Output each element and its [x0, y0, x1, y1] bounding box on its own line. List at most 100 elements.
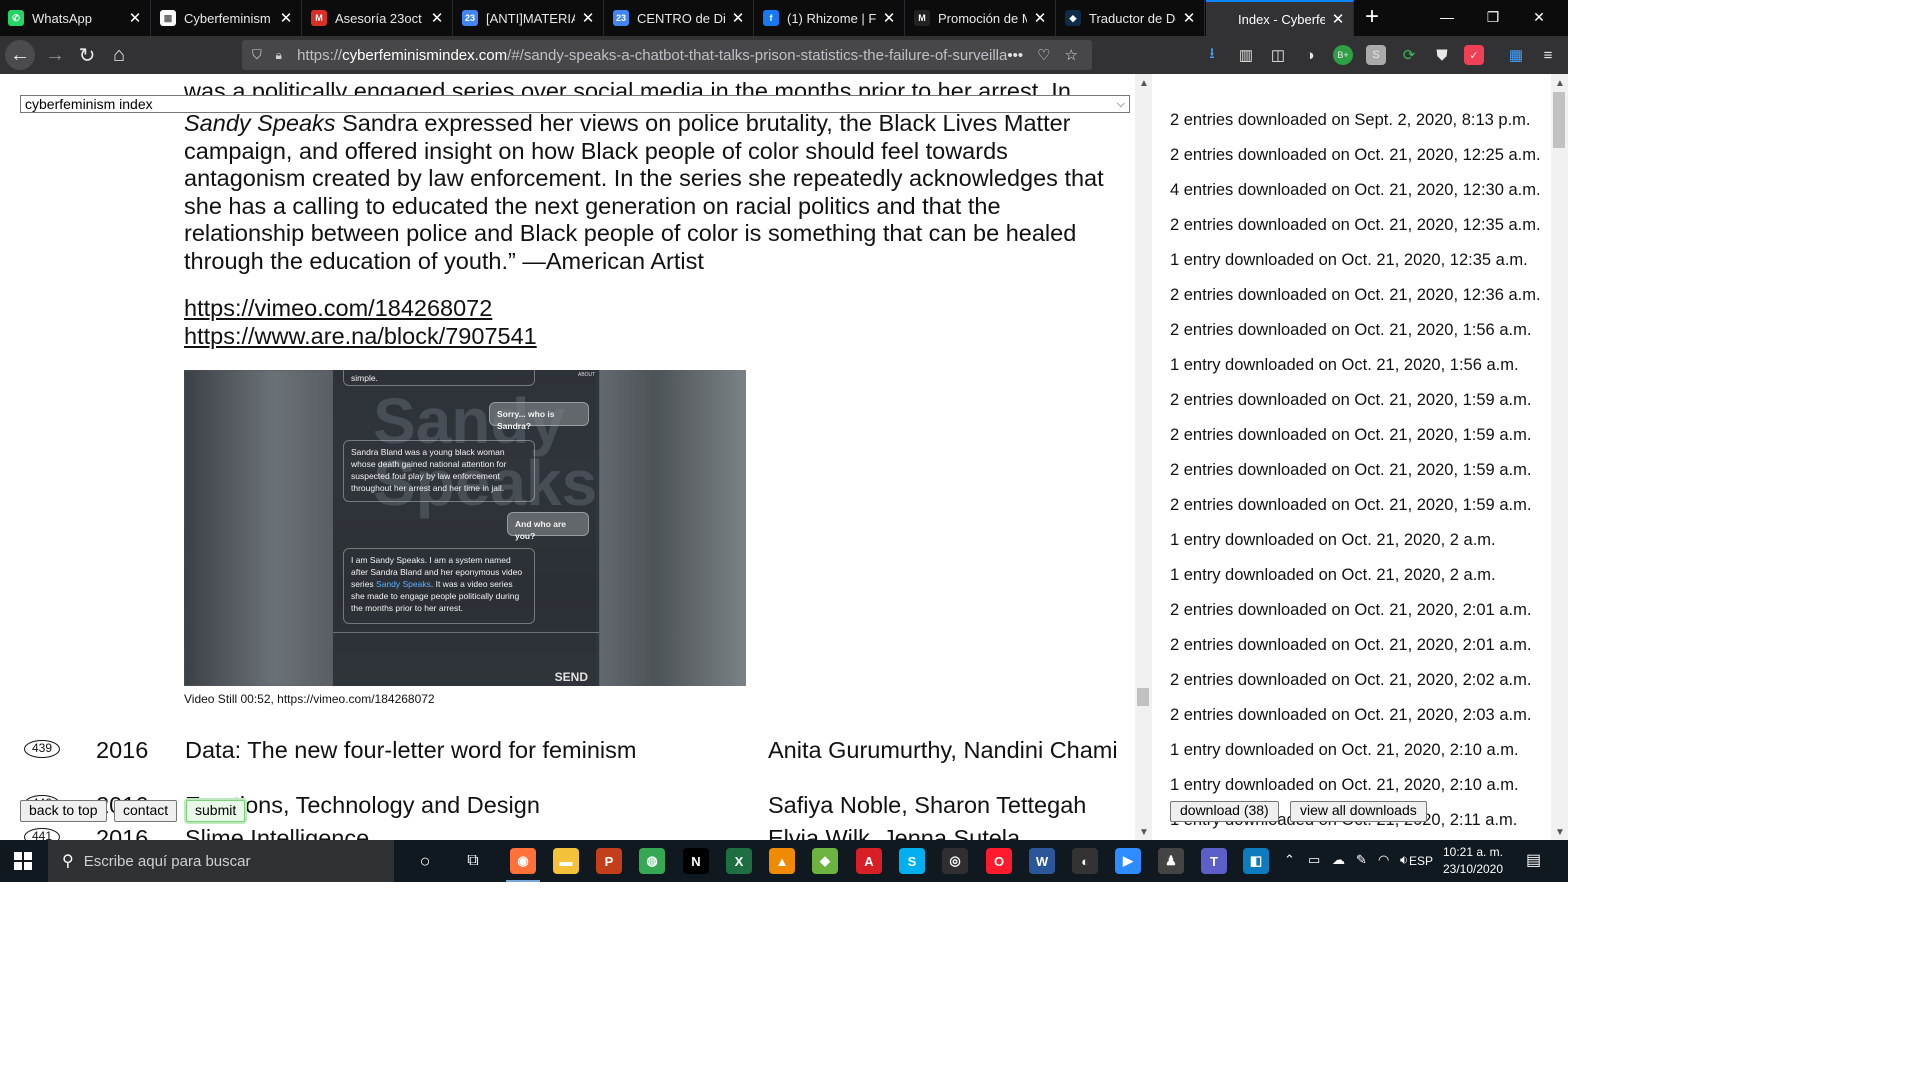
sidebar-scrollbar[interactable]: ▲ ▼ — [1551, 74, 1568, 840]
url-text[interactable]: https://cyberfeminismindex.com/#/sandy-s… — [297, 47, 1007, 64]
scrollbar-thumb[interactable] — [1553, 92, 1565, 148]
system-clock[interactable]: 10:21 a. m. 23/10/2020 — [1434, 844, 1512, 878]
download-entry[interactable]: 2 entries downloaded on Oct. 21, 2020, 2… — [1170, 636, 1531, 655]
reload-icon[interactable]: ↻ — [72, 40, 102, 70]
pocket-icon[interactable]: ♡ — [1037, 46, 1050, 64]
onedrive-icon[interactable]: ☁ — [1332, 852, 1345, 868]
content-scrollbar[interactable]: ▲ ▼ — [1135, 74, 1152, 840]
library-icon[interactable]: ▥ — [1236, 45, 1256, 65]
scroll-down-icon[interactable]: ▼ — [1139, 827, 1149, 838]
close-tab-icon[interactable]: ✕ — [430, 9, 444, 27]
menu-icon[interactable]: ≡ — [1538, 45, 1558, 65]
index-select[interactable]: cyberfeminism index ⌵ — [20, 95, 1130, 113]
vimeo-link[interactable]: https://vimeo.com/184268072 — [184, 294, 537, 322]
vlc-icon[interactable]: ▲ — [769, 848, 795, 874]
download-entry[interactable]: 2 entries downloaded on Oct. 21, 2020, 1… — [1170, 426, 1531, 445]
extension-b-icon[interactable]: B+ — [1333, 45, 1353, 65]
language-indicator[interactable]: ESP — [1409, 854, 1433, 868]
download-entry[interactable]: 2 entries downloaded on Oct. 21, 2020, 1… — [1170, 216, 1541, 235]
scroll-up-icon[interactable]: ▲ — [1139, 78, 1149, 89]
sidebar-icon[interactable]: ◫ — [1268, 45, 1288, 65]
browser-tab[interactable]: M Promoción de M ✕ — [906, 0, 1056, 36]
extensions-icon[interactable]: ▦ — [1506, 45, 1526, 65]
back-to-top-button[interactable]: back to top — [20, 800, 107, 822]
opera-icon[interactable]: O — [986, 848, 1012, 874]
lock-icon[interactable]: 🔒︎ — [276, 48, 290, 63]
teams-icon[interactable]: T — [1201, 848, 1227, 874]
download-entry[interactable]: 1 entry downloaded on Oct. 21, 2020, 1:5… — [1170, 356, 1519, 375]
download-entry[interactable]: 1 entry downloaded on Oct. 21, 2020, 12:… — [1170, 251, 1528, 270]
download-entry[interactable]: 2 entries downloaded on Oct. 21, 2020, 1… — [1170, 286, 1541, 305]
browser-tab[interactable]: 23 CENTRO de Dis ✕ — [605, 0, 754, 36]
powerpoint-icon[interactable]: P — [596, 848, 622, 874]
download-entry[interactable]: 1 entry downloaded on Oct. 21, 2020, 2:1… — [1170, 776, 1519, 795]
cura-icon[interactable]: ◆ — [812, 848, 838, 874]
skype-icon[interactable]: S — [899, 848, 925, 874]
battery-icon[interactable]: ▭ — [1308, 852, 1320, 868]
windows-start-icon[interactable] — [14, 852, 32, 870]
minimize-button[interactable]: — — [1424, 0, 1470, 34]
close-tab-icon[interactable]: ✕ — [128, 9, 142, 27]
close-tab-icon[interactable]: ✕ — [581, 9, 595, 27]
submit-button[interactable]: submit — [186, 800, 246, 822]
container-icon[interactable]: ◑ — [1300, 45, 1320, 65]
download-entry[interactable]: 1 entry downloaded on Oct. 21, 2020, 2 a… — [1170, 531, 1496, 550]
download-entry[interactable]: 4 entries downloaded on Oct. 21, 2020, 1… — [1170, 181, 1541, 200]
close-tab-icon[interactable]: ✕ — [1033, 9, 1047, 27]
browser-tab[interactable]: Index - Cyberfeminis ✕ — [1206, 0, 1354, 36]
word-icon[interactable]: W — [1029, 848, 1055, 874]
download-entry[interactable]: 2 entries downloaded on Oct. 21, 2020, 2… — [1170, 671, 1531, 690]
browser-tab[interactable]: ✆ WhatsApp ✕ — [0, 0, 151, 36]
browser-tab[interactable]: ◆ Traductor de De ✕ — [1057, 0, 1205, 36]
extension-shield-icon[interactable]: ⛊ — [1432, 45, 1452, 65]
download-entry[interactable]: 2 entries downloaded on Sept. 2, 2020, 8… — [1170, 111, 1531, 130]
app-icon[interactable]: ◧ — [1243, 848, 1269, 874]
browser-tab[interactable]: 23 [ANTI]MATERIA ✕ — [454, 0, 604, 36]
view-all-downloads-button[interactable]: view all downloads — [1290, 801, 1427, 822]
bookmark-star-icon[interactable]: ☆ — [1065, 46, 1078, 64]
page-actions-icon[interactable]: ••• — [1007, 47, 1023, 64]
close-window-button[interactable]: ✕ — [1516, 0, 1562, 34]
notifications-icon[interactable]: ▤ — [1526, 850, 1541, 870]
pocket-save-icon[interactable]: ✓ — [1464, 45, 1484, 65]
download-entry[interactable]: 1 entry downloaded on Oct. 21, 2020, 2 a… — [1170, 566, 1496, 585]
zoom-icon[interactable]: ▶ — [1115, 848, 1141, 874]
taskbar-search-box[interactable]: ⚲ Escribe aquí para buscar — [48, 840, 394, 882]
browser-tab[interactable]: M Asesoría 23oct - ✕ — [303, 0, 453, 36]
chevron-up-icon[interactable]: ⌃ — [1284, 852, 1295, 868]
scrollbar-thumb[interactable] — [1137, 688, 1149, 706]
new-tab-button[interactable]: + — [1360, 3, 1384, 31]
entry-title[interactable]: Emotions, Technology and Design — [185, 791, 745, 819]
close-tab-icon[interactable]: ✕ — [1331, 10, 1345, 28]
close-tab-icon[interactable]: ✕ — [279, 9, 293, 27]
file-explorer-icon[interactable]: ▬ — [553, 848, 579, 874]
download-entry[interactable]: 1 entry downloaded on Oct. 21, 2020, 2:1… — [1170, 741, 1519, 760]
close-tab-icon[interactable]: ✕ — [1182, 9, 1196, 27]
browser-tab[interactable]: f (1) Rhizome | Fa ✕ — [755, 0, 905, 36]
download-entry[interactable]: 2 entries downloaded on Oct. 21, 2020, 2… — [1170, 706, 1531, 725]
davinci-icon[interactable]: ◐ — [1072, 848, 1098, 874]
wifi-icon[interactable]: ◠ — [1378, 852, 1389, 868]
download-entry[interactable]: 2 entries downloaded on Oct. 21, 2020, 1… — [1170, 496, 1531, 515]
home-icon[interactable]: ⌂ — [104, 40, 134, 70]
netflix-icon[interactable]: N — [683, 848, 709, 874]
puppet-icon[interactable]: ♟ — [1158, 848, 1184, 874]
extension-s-icon[interactable]: S — [1366, 45, 1386, 65]
browser-tab[interactable]: ▦ Cyberfeminism C ✕ — [152, 0, 302, 36]
tracking-shield-icon[interactable]: ⛉ — [252, 47, 266, 63]
chrome-icon[interactable]: ◍ — [639, 848, 665, 874]
cortana-icon[interactable]: ○ — [412, 848, 438, 874]
extension-refresh-icon[interactable]: ⟳ — [1399, 45, 1419, 65]
close-tab-icon[interactable]: ✕ — [882, 9, 896, 27]
scroll-up-icon[interactable]: ▲ — [1555, 78, 1565, 89]
download-entry[interactable]: 2 entries downloaded on Oct. 21, 2020, 2… — [1170, 601, 1531, 620]
contact-button[interactable]: contact — [114, 800, 178, 822]
entry-title[interactable]: Slime Intelligence — [185, 824, 745, 840]
acrobat-icon[interactable]: A — [856, 848, 882, 874]
close-tab-icon[interactable]: ✕ — [731, 9, 745, 27]
back-arrow-icon[interactable]: ← — [5, 40, 35, 70]
task-view-icon[interactable]: ⧉ — [460, 848, 486, 874]
pen-icon[interactable]: ✎ — [1356, 852, 1367, 868]
download-entry[interactable]: 2 entries downloaded on Oct. 21, 2020, 1… — [1170, 461, 1531, 480]
obs-icon[interactable]: ◎ — [942, 848, 968, 874]
